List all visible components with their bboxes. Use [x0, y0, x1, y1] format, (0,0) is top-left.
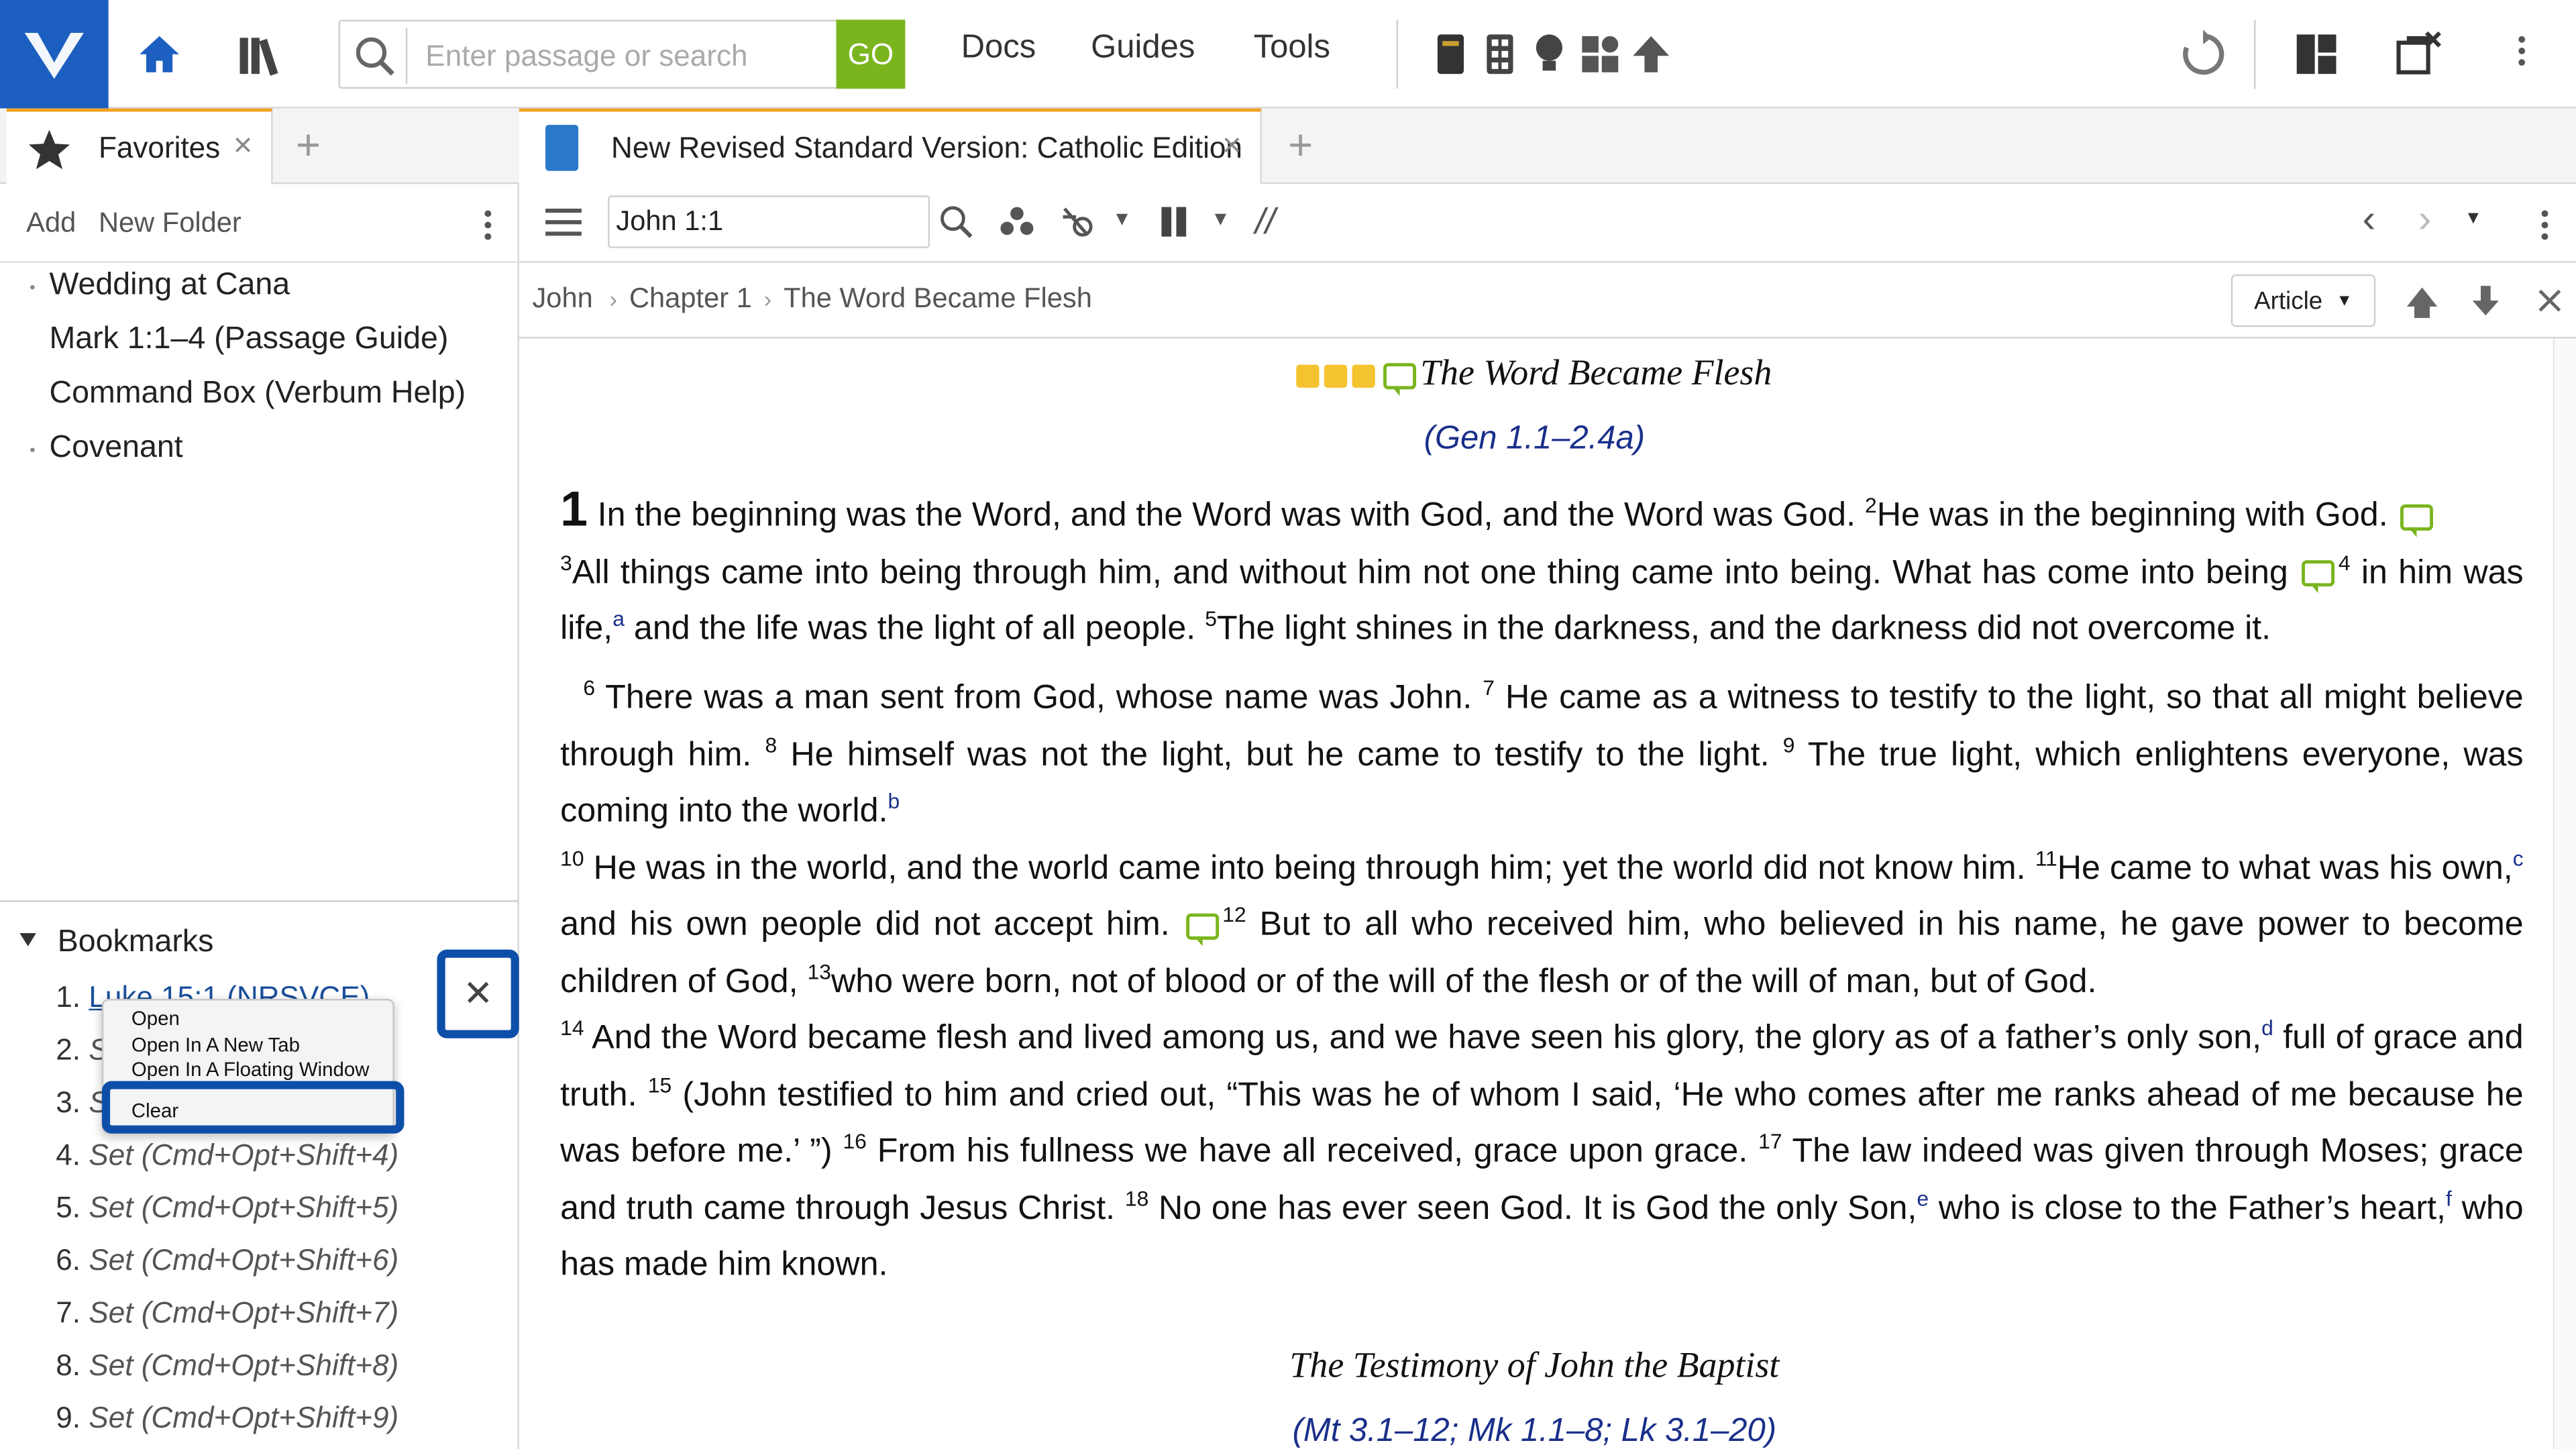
layout-grid-icon[interactable] [1482, 23, 1518, 85]
back-arrow-icon[interactable]: ‹ [2363, 197, 2376, 244]
right-panel: New Revised Standard Version: Catholic E… [519, 108, 2576, 1449]
favorite-item[interactable]: Command Box (Verbum Help) [49, 376, 466, 413]
paragraph: 1 In the beginning was the Word, and the … [560, 483, 2524, 647]
bullet-icon: • [30, 441, 36, 460]
bookmark-row[interactable]: 7. Set (Cmd+Opt+Shift+7) [56, 1296, 398, 1330]
close-icon: ✕ [463, 972, 494, 1014]
tab-nrsvce-label: New Revised Standard Version: Catholic E… [611, 131, 1242, 164]
tab-nrsvce[interactable]: New Revised Standard Version: Catholic E… [519, 108, 1262, 184]
note-icon[interactable] [1186, 912, 1220, 946]
nav-guides[interactable]: Guides [1091, 30, 1195, 67]
bookmark-row[interactable]: 4. Set (Cmd+Opt+Shift+4) [56, 1138, 398, 1173]
app-logo[interactable] [0, 0, 109, 109]
reference-input[interactable] [608, 195, 930, 248]
right-tabstrip: New Revised Standard Version: Catholic E… [519, 108, 2576, 184]
close-icon[interactable]: × [1222, 128, 1242, 166]
scrollbar[interactable] [2553, 338, 2576, 1449]
menu-item-open-new-tab[interactable]: Open In A New Tab [131, 1033, 300, 1056]
close-icon[interactable]: × [233, 128, 253, 166]
layouts-icon[interactable] [2292, 23, 2341, 85]
highlight-mark-icon [1297, 364, 1320, 388]
tab-favorites[interactable]: Favorites × [6, 108, 273, 184]
breadcrumb-book[interactable]: John [532, 282, 592, 315]
parallel-icon[interactable] [1160, 205, 1189, 238]
menu-item-open[interactable]: Open [131, 1007, 180, 1030]
menu-item-open-floating[interactable]: Open In A Floating Window [131, 1058, 369, 1081]
highlight-mark-icon [1325, 364, 1348, 388]
library-icon[interactable] [233, 23, 292, 85]
nav-docs[interactable]: Docs [961, 30, 1036, 67]
bookmark-row[interactable]: 3. S [56, 1086, 108, 1120]
nav-tools[interactable]: Tools [1254, 30, 1330, 67]
cross-reference[interactable]: (Gen 1.1–2.4a) [519, 421, 2550, 458]
bookmark-row[interactable]: 8. Set (Cmd+Opt+Shift+8) [56, 1349, 398, 1383]
bookmarks-title: Bookmarks [57, 924, 214, 960]
top-toolbar: GO Docs Guides Tools [0, 0, 2576, 109]
favorites-subbar: Add New Folder [0, 184, 519, 263]
tools-icon[interactable] [1577, 23, 1623, 85]
add-tab-icon[interactable]: + [1288, 120, 1313, 171]
highlight-mark-icon [1352, 364, 1376, 388]
add-tab-icon[interactable]: + [296, 120, 321, 171]
history-dropdown-icon[interactable]: ▼ [2464, 209, 2482, 228]
visual-filter-icon[interactable] [999, 204, 1035, 240]
section-heading: The Testimony of John the Baptist [1289, 1344, 1780, 1385]
star-icon [28, 129, 70, 170]
interlinear-icon[interactable] [1058, 202, 1097, 241]
logo-icon [24, 32, 84, 79]
breadcrumb-section[interactable]: The Word Became Flesh [784, 282, 1092, 315]
book-cover-icon [545, 125, 579, 171]
down-arrow-icon[interactable] [2471, 284, 2500, 317]
book-icon[interactable] [1433, 23, 1469, 85]
main-menu-icon[interactable] [2518, 36, 2526, 70]
note-icon[interactable] [2400, 503, 2434, 537]
lightbulb-icon[interactable] [1531, 23, 1567, 85]
favorite-item[interactable]: Mark 1:1–4 (Passage Guide) [49, 322, 448, 358]
bookmark-row[interactable]: 5. Set (Cmd+Opt+Shift+5) [56, 1191, 398, 1226]
note-icon[interactable] [1384, 363, 1417, 396]
cross-reference[interactable]: (Mt 3.1–12; Mk 1.1–8; Lk 3.1–20) [519, 1413, 2550, 1449]
breadcrumb: John › Chapter 1 › The Word Became Flesh… [519, 262, 2576, 339]
bookmark-row[interactable]: 2. S [56, 1033, 108, 1067]
close-icon[interactable] [2536, 288, 2563, 314]
breadcrumb-chapter[interactable]: Chapter 1 [629, 282, 752, 315]
search-icon[interactable] [350, 32, 399, 80]
left-tabstrip: Favorites × + [0, 108, 519, 184]
article-dropdown[interactable]: Article ▼ [2231, 274, 2376, 327]
search-input[interactable] [425, 31, 837, 81]
dropdown-arrow-icon[interactable]: ▼ [1211, 207, 1230, 230]
favorites-menu-icon[interactable] [484, 210, 492, 244]
bookmark-row[interactable]: 9. Set (Cmd+Opt+Shift+9) [56, 1401, 398, 1436]
add-button[interactable]: Add [26, 207, 76, 240]
search-icon[interactable] [938, 204, 974, 240]
forward-arrow-icon[interactable]: › [2418, 197, 2432, 244]
hamburger-icon[interactable] [545, 205, 582, 238]
dropdown-arrow-icon[interactable]: ▼ [1112, 207, 1132, 230]
section-heading: The Word Became Flesh [519, 352, 2550, 396]
favorite-item[interactable]: Wedding at Cana [49, 268, 290, 304]
home-icon[interactable] [131, 23, 187, 85]
resource-menu-icon[interactable] [2541, 210, 2548, 244]
search-box: GO [338, 19, 906, 89]
tab-favorites-label: Favorites [98, 131, 221, 164]
left-panel: Favorites × + Add New Folder • Wedding a… [0, 108, 519, 1449]
paragraph: 6 There was a man sent from God, whose n… [560, 675, 2524, 1283]
note-icon[interactable] [2302, 560, 2335, 594]
go-button[interactable]: GO [836, 19, 906, 89]
up-arrow-icon[interactable]: 🡅 [2405, 279, 2438, 335]
resource-toolbar: ▼ ▼ // ‹ › ▼ [519, 184, 2576, 263]
upload-arrow-icon[interactable] [1629, 23, 1672, 85]
clear-bookmark-button[interactable]: ✕ [437, 949, 519, 1038]
highlight-outline-clear [101, 1081, 405, 1134]
close-panels-icon[interactable] [2392, 23, 2445, 85]
sync-links-icon[interactable]: // [1255, 201, 1275, 244]
collapse-triangle-icon[interactable] [19, 933, 36, 947]
bible-text: The Word Became Flesh (Gen 1.1–2.4a) 1 In… [519, 338, 2576, 1449]
new-folder-button[interactable]: New Folder [99, 207, 241, 240]
sync-icon[interactable] [2177, 23, 2229, 85]
bullet-icon: • [30, 279, 36, 298]
favorite-item[interactable]: Covenant [49, 431, 182, 467]
bookmark-row[interactable]: 6. Set (Cmd+Opt+Shift+6) [56, 1244, 398, 1278]
